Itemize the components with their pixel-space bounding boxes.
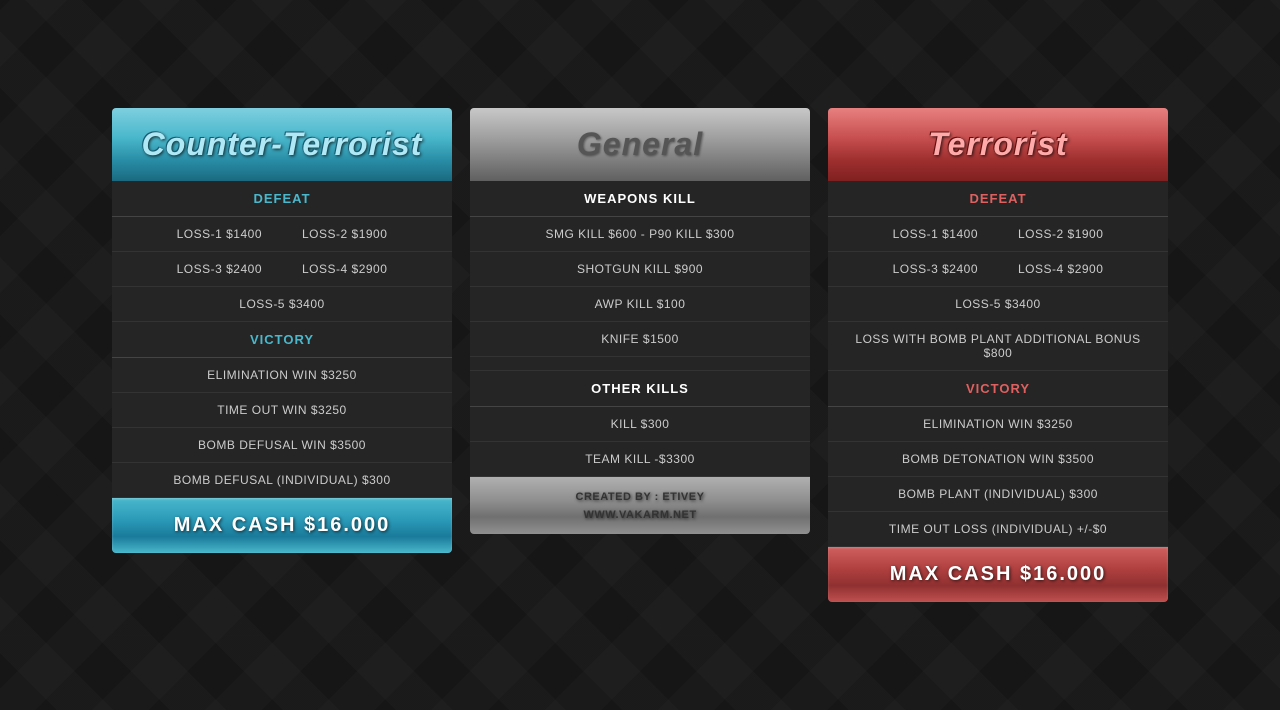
general-weapons-kill-label: WEAPONS KILL bbox=[470, 181, 810, 217]
ct-loss2: LOSS-2 $1900 bbox=[302, 227, 387, 241]
general-smg-kill: SMG KILL $600 - P90 KILL $300 bbox=[470, 217, 810, 252]
general-shotgun-kill: SHOTGUN KILL $900 bbox=[470, 252, 810, 287]
ct-defeat-label: DEFEAT bbox=[112, 181, 452, 217]
general-header: General bbox=[470, 108, 810, 181]
t-footer: MAX CASH $16.000 bbox=[828, 547, 1168, 602]
ct-loss1: LOSS-1 $1400 bbox=[177, 227, 262, 241]
general-awp-kill: AWP KILL $100 bbox=[470, 287, 810, 322]
t-victory-row2: BOMB DETONATION WIN $3500 bbox=[828, 442, 1168, 477]
ct-loss-row-2: LOSS-3 $2400 LOSS-4 $2900 bbox=[112, 252, 452, 287]
t-loss4: LOSS-4 $2900 bbox=[1018, 262, 1103, 276]
t-bomb-bonus: LOSS WITH BOMB PLANT ADDITIONAL BONUS $8… bbox=[828, 322, 1168, 371]
t-loss3: LOSS-3 $2400 bbox=[893, 262, 978, 276]
general-footer: CREATED BY : ETIVEY WWW.VAKARM.NET bbox=[470, 477, 810, 534]
ct-loss5: LOSS-5 $3400 bbox=[112, 287, 452, 322]
general-spacer bbox=[470, 357, 810, 371]
ct-victory-label: VICTORY bbox=[112, 322, 452, 358]
general-footer-line2: WWW.VAKARM.NET bbox=[480, 507, 800, 525]
general-footer-line1: CREATED BY : ETIVEY bbox=[480, 489, 800, 507]
ct-victory-row2: TIME OUT WIN $3250 bbox=[112, 393, 452, 428]
ct-victory-row3: BOMB DEFUSAL WIN $3500 bbox=[112, 428, 452, 463]
t-victory-row3: BOMB PLANT (INDIVIDUAL) $300 bbox=[828, 477, 1168, 512]
t-loss5: LOSS-5 $3400 bbox=[828, 287, 1168, 322]
ct-panel: Counter-Terrorist DEFEAT LOSS-1 $1400 LO… bbox=[112, 108, 452, 553]
t-victory-label: VICTORY bbox=[828, 371, 1168, 407]
general-other-kills-label: OTHER KILLS bbox=[470, 371, 810, 407]
ct-footer: MAX CASH $16.000 bbox=[112, 498, 452, 553]
ct-loss-row-1: LOSS-1 $1400 LOSS-2 $1900 bbox=[112, 217, 452, 252]
t-loss-row-1: LOSS-1 $1400 LOSS-2 $1900 bbox=[828, 217, 1168, 252]
ct-header: Counter-Terrorist bbox=[112, 108, 452, 181]
general-kill: KILL $300 bbox=[470, 407, 810, 442]
ct-loss4: LOSS-4 $2900 bbox=[302, 262, 387, 276]
general-body: WEAPONS KILL SMG KILL $600 - P90 KILL $3… bbox=[470, 181, 810, 477]
ct-body: DEFEAT LOSS-1 $1400 LOSS-2 $1900 LOSS-3 … bbox=[112, 181, 452, 498]
t-victory-row1: ELIMINATION WIN $3250 bbox=[828, 407, 1168, 442]
t-body: DEFEAT LOSS-1 $1400 LOSS-2 $1900 LOSS-3 … bbox=[828, 181, 1168, 547]
t-header: Terrorist bbox=[828, 108, 1168, 181]
t-loss1: LOSS-1 $1400 bbox=[893, 227, 978, 241]
general-panel: General WEAPONS KILL SMG KILL $600 - P90… bbox=[470, 108, 810, 534]
panels-container: Counter-Terrorist DEFEAT LOSS-1 $1400 LO… bbox=[92, 88, 1188, 622]
ct-victory-row4: BOMB DEFUSAL (INDIVIDUAL) $300 bbox=[112, 463, 452, 498]
t-loss2: LOSS-2 $1900 bbox=[1018, 227, 1103, 241]
t-panel: Terrorist DEFEAT LOSS-1 $1400 LOSS-2 $19… bbox=[828, 108, 1168, 602]
general-knife: KNIFE $1500 bbox=[470, 322, 810, 357]
ct-victory-row1: ELIMINATION WIN $3250 bbox=[112, 358, 452, 393]
t-victory-row4: TIME OUT LOSS (INDIVIDUAL) +/-$0 bbox=[828, 512, 1168, 547]
general-team-kill: TEAM KILL -$3300 bbox=[470, 442, 810, 477]
ct-loss3: LOSS-3 $2400 bbox=[177, 262, 262, 276]
t-loss-row-2: LOSS-3 $2400 LOSS-4 $2900 bbox=[828, 252, 1168, 287]
t-defeat-label: DEFEAT bbox=[828, 181, 1168, 217]
